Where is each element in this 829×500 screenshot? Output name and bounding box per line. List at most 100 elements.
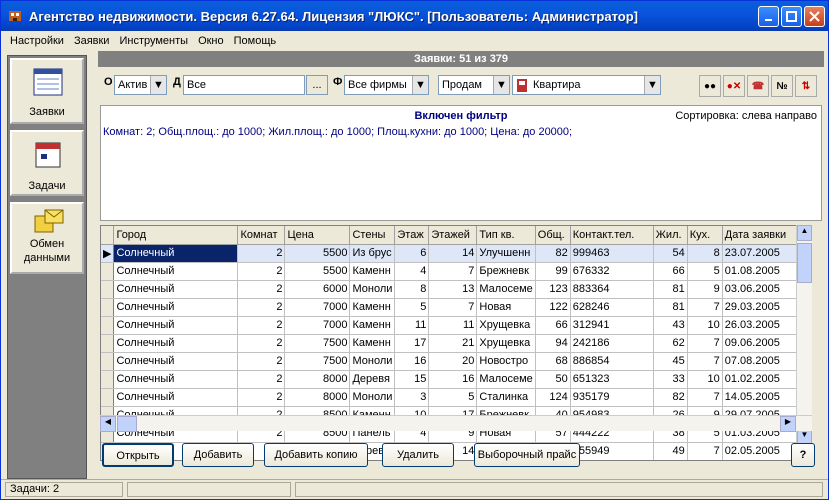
cell-phone[interactable]: 676332 [570,262,654,281]
cell-rooms[interactable]: 2 [237,280,286,299]
sidebar-item-tasks[interactable]: Задачи [10,130,84,196]
cell-kitchen[interactable]: 10 [687,370,723,389]
row-indicator-arrow-icon[interactable]: ▶ [101,244,115,263]
cell-floor[interactable]: 11 [394,316,430,335]
cell-walls[interactable]: Из брус [349,244,396,263]
cell-kitchen[interactable]: 9 [687,280,723,299]
cell-total-area[interactable]: 122 [535,298,571,317]
cell-date[interactable]: 03.06.2005 [722,280,803,299]
cell-date[interactable]: 14.05.2005 [722,388,803,407]
cell-living-area[interactable]: 82 [653,388,688,407]
cell-living-area[interactable]: 81 [653,280,688,299]
scroll-thumb[interactable] [797,243,812,283]
table-row[interactable]: Солнечный 2 6000 Моноли 8 13 Малосеме 123 883364… [101,280,803,299]
row-indicator[interactable] [101,370,115,389]
cell-walls[interactable]: Каменн [349,316,396,335]
cell-price[interactable]: 8000 [284,388,351,407]
cell-city[interactable]: Солнечный [113,388,239,407]
cell-floors[interactable]: 20 [428,352,478,371]
cell-apt-type[interactable]: Новая [476,298,536,317]
col-floor[interactable]: Этаж [394,226,430,245]
cell-phone[interactable]: 955949 [570,442,654,460]
cell-apt-type[interactable]: Сталинка [476,388,536,407]
menu-requests[interactable]: Заявки [69,35,115,47]
cell-rooms[interactable]: 2 [237,298,286,317]
row-indicator[interactable] [101,334,115,353]
cell-city[interactable]: Солнечный [113,244,239,263]
cell-price[interactable]: 7000 [284,298,351,317]
cell-date[interactable]: 29.03.2005 [722,298,803,317]
cell-city[interactable]: Солнечный [113,262,239,281]
cell-rooms[interactable]: 2 [237,370,286,389]
col-total-area[interactable]: Общ. [535,226,571,245]
cell-price[interactable]: 7500 [284,334,351,353]
cell-floor[interactable]: 16 [394,352,430,371]
cell-walls[interactable]: Моноли [349,280,396,299]
status-select[interactable]: Актив ▼ [114,75,167,95]
cell-kitchen[interactable]: 8 [687,244,723,263]
cell-kitchen[interactable]: 10 [687,316,723,335]
property-type-select[interactable]: Квартира ▼ [512,75,661,95]
menu-window[interactable]: Окно [193,35,229,47]
scroll-left-icon[interactable]: ◀ [100,416,116,432]
row-indicator[interactable] [101,262,115,281]
cell-rooms[interactable]: 2 [237,262,286,281]
scroll-up-icon[interactable]: ▲ [797,225,812,241]
cell-living-area[interactable]: 54 [653,244,688,263]
col-apt-type[interactable]: Тип кв. [476,226,536,245]
deal-select[interactable]: Продам ▼ [438,75,510,95]
cell-floor[interactable]: 8 [394,280,430,299]
sidebar-item-requests[interactable]: Заявки [10,58,84,124]
cell-apt-type[interactable]: Новостро [476,352,536,371]
table-row[interactable]: ▶ Солнечный 2 5500 Из брус 6 14 Улучшенн 82 99946… [101,244,803,263]
firm-select[interactable]: Все фирмы ▼ [344,75,429,95]
col-floors[interactable]: Этажей [428,226,478,245]
cell-floors[interactable]: 16 [428,370,478,389]
cell-apt-type[interactable]: Хрущевка [476,334,536,353]
d-filter-browse-button[interactable]: ... [306,75,328,95]
cell-total-area[interactable]: 68 [535,352,571,371]
cell-living-area[interactable]: 45 [653,352,688,371]
cell-living-area[interactable]: 33 [653,370,688,389]
cell-kitchen[interactable]: 7 [687,388,723,407]
menu-help[interactable]: Помощь [229,35,282,47]
cell-total-area[interactable]: 82 [535,244,571,263]
close-button[interactable] [804,6,825,27]
menu-tools[interactable]: Инструменты [114,35,193,47]
cell-total-area[interactable]: 50 [535,370,571,389]
cell-city[interactable]: Солнечный [113,370,239,389]
menu-settings[interactable]: Настройки [5,35,69,47]
cell-total-area[interactable]: 99 [535,262,571,281]
maximize-button[interactable] [781,6,802,27]
row-indicator[interactable] [101,298,115,317]
cell-walls[interactable]: Каменн [349,334,396,353]
cell-phone[interactable]: 886854 [570,352,654,371]
cell-rooms[interactable]: 2 [237,352,286,371]
cell-kitchen[interactable]: 7 [687,334,723,353]
cell-floors[interactable]: 7 [428,262,478,281]
col-phone[interactable]: Контакт.тел. [570,226,654,245]
sort-button[interactable]: ⇅ [795,75,817,97]
col-city[interactable]: Город [113,226,239,245]
open-button[interactable]: Открыть [102,443,174,467]
cell-total-area[interactable]: 123 [535,280,571,299]
cell-floor[interactable]: 4 [394,262,430,281]
vertical-scrollbar[interactable]: ▲ ▼ [796,225,812,445]
cell-walls[interactable]: Каменн [349,298,396,317]
col-rooms[interactable]: Комнат [237,226,286,245]
clear-search-button[interactable]: ●✕ [723,75,745,97]
table-row[interactable]: Солнечный 2 7500 Каменн 17 21 Хрущевка 94 242186… [101,334,803,353]
table-row[interactable]: Солнечный 2 7000 Каменн 5 7 Новая 122 628246 81 7 2… [101,298,803,317]
delete-button[interactable]: Удалить [382,443,454,467]
cell-date[interactable]: 01.02.2005 [722,370,803,389]
cell-price[interactable]: 5500 [284,262,351,281]
col-price[interactable]: Цена [284,226,351,245]
cell-date[interactable]: 23.07.2005 [722,244,803,263]
cell-living-area[interactable]: 62 [653,334,688,353]
cell-phone[interactable]: 651323 [570,370,654,389]
col-walls[interactable]: Стены [349,226,396,245]
cell-apt-type[interactable]: Хрущевка [476,316,536,335]
sidebar-item-exchange[interactable]: Обмен данными [10,202,84,274]
cell-phone[interactable]: 883364 [570,280,654,299]
cell-phone[interactable]: 999463 [570,244,654,263]
